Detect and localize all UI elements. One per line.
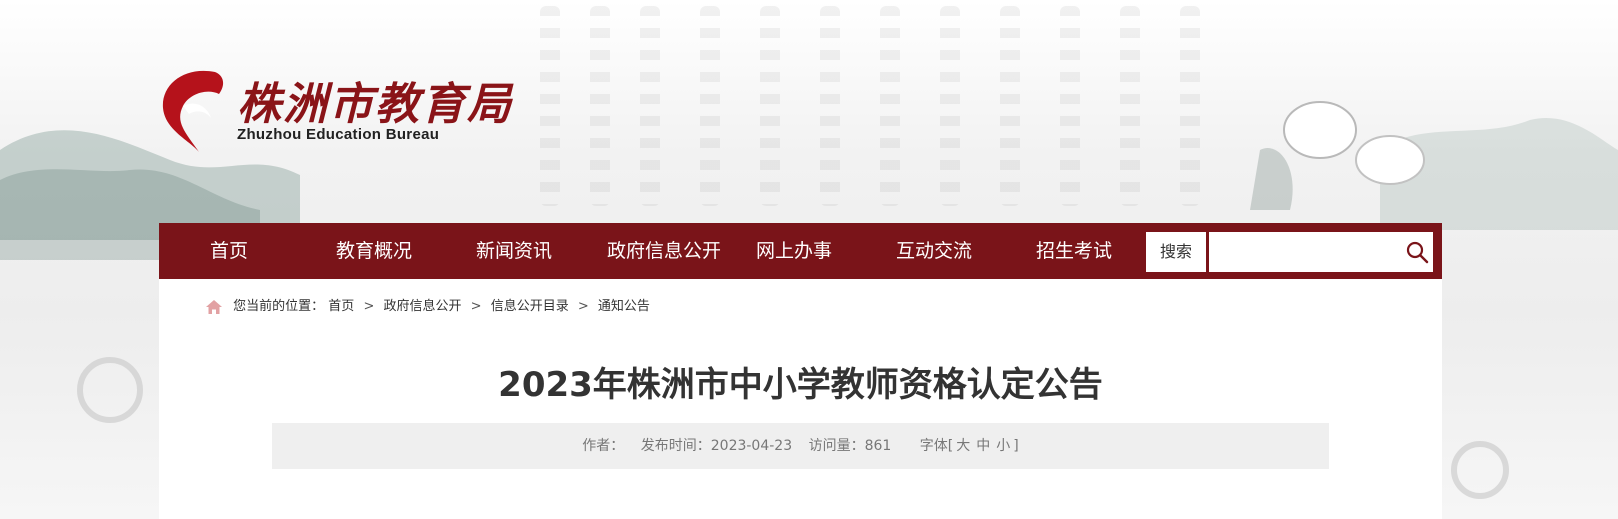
font-size-large[interactable]: 大	[956, 438, 970, 454]
search-label-button[interactable]: 搜索	[1146, 232, 1206, 272]
meta-author: 作者：	[582, 438, 624, 454]
logo-flame-icon	[162, 70, 224, 152]
logo-chinese-text: 株洲市教育局	[237, 79, 513, 130]
nav-item-interaction[interactable]: 互动交流	[869, 223, 999, 279]
font-size-close: ]	[1013, 438, 1019, 454]
meta-views: 访问量：861	[809, 438, 892, 454]
nav-item-gov-info[interactable]: 政府信息公开	[584, 223, 744, 279]
nav-item-education-overview[interactable]: 教育概况	[314, 223, 434, 279]
nav-item-home[interactable]: 首页	[179, 223, 279, 279]
breadcrumb-link-gov-info[interactable]: 政府信息公开	[384, 299, 462, 314]
meta-views-value: 861	[864, 438, 892, 454]
meta-views-label: 访问量：	[808, 438, 865, 454]
nav-item-admissions[interactable]: 招生考试	[1009, 223, 1139, 279]
breadcrumb-separator: >	[577, 299, 589, 314]
breadcrumb-prefix: 您当前的位置：	[233, 299, 325, 314]
breadcrumb-separator: >	[363, 299, 375, 314]
article-panel: 您当前的位置： 首页 > 政府信息公开 > 信息公开目录 > 通知公告 2023…	[159, 279, 1442, 519]
article-title: 2023年株洲市中小学教师资格认定公告	[498, 365, 1103, 405]
font-size-medium[interactable]: 中	[976, 438, 990, 454]
search-icon[interactable]	[1405, 240, 1429, 264]
meta-author-label: 作者：	[582, 438, 625, 454]
font-size-label: 字体[	[919, 438, 954, 454]
breadcrumb-link-info-catalog[interactable]: 信息公开目录	[491, 299, 569, 314]
breadcrumb-link-notices[interactable]: 通知公告	[598, 299, 650, 314]
font-size-small[interactable]: 小	[996, 438, 1010, 454]
nav-item-news[interactable]: 新闻资讯	[454, 223, 574, 279]
main-navigation: 首页 教育概况 新闻资讯 政府信息公开 网上办事 互动交流 招生考试 搜索	[159, 223, 1442, 279]
home-icon	[206, 299, 222, 314]
meta-date-value: 2023-04-23	[710, 438, 793, 454]
meta-date-label: 发布时间：	[640, 438, 711, 454]
breadcrumb-separator: >	[470, 299, 482, 314]
breadcrumb: 您当前的位置： 首页 > 政府信息公开 > 信息公开目录 > 通知公告	[205, 295, 650, 319]
breadcrumb-link-home[interactable]: 首页	[328, 299, 354, 314]
article-meta-bar: 作者： 发布时间：2023-04-23 访问量：861 字体[大中小]	[272, 423, 1329, 469]
font-size-controls: 字体[大中小]	[920, 438, 1019, 454]
nav-item-online-services[interactable]: 网上办事	[729, 223, 859, 279]
search-input[interactable]	[1209, 232, 1433, 272]
logo-english-text: Zhuzhou Education Bureau	[237, 126, 440, 143]
meta-date: 发布时间：2023-04-23	[641, 438, 792, 454]
